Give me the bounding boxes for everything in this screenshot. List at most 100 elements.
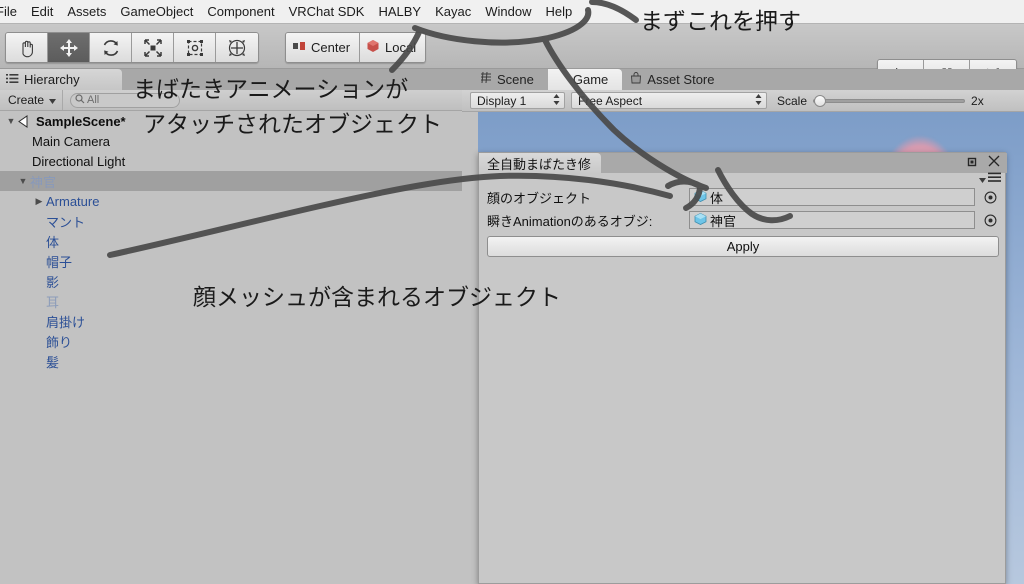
transform-tool-button[interactable] bbox=[216, 33, 258, 62]
dialog-tab[interactable]: 全自動まばたき修 bbox=[479, 153, 602, 173]
hierarchy-panel: Hierarchy Create All ▼ SampleScene* Main… bbox=[0, 69, 462, 584]
aspect-dropdown[interactable]: Free Aspect bbox=[571, 92, 767, 109]
face-object-field-row: 顔のオブジェクト 体 bbox=[487, 187, 999, 207]
display-dropdown[interactable]: Display 1 bbox=[470, 92, 565, 109]
menu-item-window[interactable]: Window bbox=[478, 1, 538, 23]
blink-animation-object-picker-button[interactable] bbox=[981, 211, 999, 229]
hierarchy-row-armature[interactable]: ▶ Armature bbox=[0, 191, 462, 211]
create-button-label: Create bbox=[8, 93, 45, 107]
face-object-input[interactable]: 体 bbox=[689, 188, 975, 206]
face-object-picker-button[interactable] bbox=[981, 188, 999, 206]
scene-icon bbox=[18, 114, 32, 128]
menu-item-edit[interactable]: Edit bbox=[24, 1, 60, 23]
hierarchy-row-katakake[interactable]: 肩掛け bbox=[0, 311, 462, 331]
hierarchy-row-label: Directional Light bbox=[32, 153, 126, 169]
menu-item-kayac[interactable]: Kayac bbox=[428, 1, 478, 23]
asset-store-icon bbox=[630, 72, 642, 87]
gameobject-cube-icon bbox=[693, 189, 708, 206]
pivot-space-group: Center Local bbox=[285, 32, 427, 63]
game-view-toolbar: Display 1 Free Aspect Scale 2x bbox=[462, 90, 1024, 112]
blink-animation-object-label: 瞬きAnimationのあるオブジ: bbox=[487, 213, 653, 229]
menu-item-gameobject[interactable]: GameObject bbox=[113, 1, 200, 23]
hierarchy-row-label: 体 bbox=[46, 234, 60, 250]
hierarchy-row-label: マント bbox=[46, 214, 86, 230]
tab-game[interactable]: Game bbox=[547, 69, 623, 90]
blink-animation-object-field-row: 瞬きAnimationのあるオブジ: 神官 bbox=[487, 210, 999, 230]
updown-arrows-icon bbox=[755, 93, 762, 108]
menu-item-component[interactable]: Component bbox=[200, 1, 281, 23]
pivot-mode-label: Center bbox=[311, 40, 351, 55]
tab-scene[interactable]: Scene bbox=[472, 69, 548, 90]
hierarchy-row-label: Armature bbox=[46, 193, 100, 209]
menu-item-help[interactable]: Help bbox=[538, 1, 579, 23]
menu-item-assets[interactable]: Assets bbox=[60, 1, 113, 23]
updown-arrows-icon bbox=[553, 93, 560, 108]
aspect-dropdown-value: Free Aspect bbox=[578, 93, 643, 108]
space-mode-label: Local bbox=[385, 40, 417, 55]
cube-icon bbox=[366, 39, 380, 56]
dialog-tab-label: 全自動まばたき修 bbox=[487, 156, 592, 172]
hierarchy-tree[interactable]: ▼ SampleScene* Main Camera Directional L… bbox=[0, 111, 462, 584]
hierarchy-row-boushi[interactable]: 帽子 bbox=[0, 251, 462, 271]
chevron-down-icon bbox=[49, 93, 57, 107]
hierarchy-row-directional-light[interactable]: Directional Light bbox=[0, 151, 462, 171]
hierarchy-row-label: Main Camera bbox=[32, 133, 111, 149]
hierarchy-row-label: 影 bbox=[46, 274, 60, 290]
scale-label: Scale bbox=[777, 93, 808, 108]
hierarchy-row-kazari[interactable]: 飾り bbox=[0, 331, 462, 351]
tab-game-label: Game bbox=[572, 72, 609, 87]
tab-scene-label: Scene bbox=[497, 72, 534, 87]
tab-asset-store-label: Asset Store bbox=[647, 72, 715, 87]
search-icon bbox=[75, 93, 85, 107]
hand-tool-button[interactable] bbox=[6, 33, 48, 62]
tab-asset-store[interactable]: Asset Store bbox=[622, 69, 728, 90]
collapse-triangle-icon[interactable]: ▶ bbox=[32, 196, 46, 207]
unity-editor-window: File Edit Assets GameObject Component VR… bbox=[0, 0, 1024, 584]
hierarchy-row-label: 神官 bbox=[30, 174, 57, 190]
menu-item-halby[interactable]: HALBY bbox=[371, 1, 428, 23]
space-mode-button[interactable]: Local bbox=[360, 33, 426, 62]
hierarchy-row-label: 髪 bbox=[46, 354, 60, 370]
tab-hierarchy[interactable]: Hierarchy bbox=[0, 69, 122, 90]
hierarchy-row-label: 飾り bbox=[46, 334, 73, 350]
hierarchy-icon bbox=[6, 72, 19, 87]
scale-slider-track bbox=[813, 98, 966, 103]
pivot-icon bbox=[292, 40, 306, 55]
expand-triangle-icon[interactable]: ▼ bbox=[16, 176, 30, 186]
display-dropdown-value: Display 1 bbox=[477, 93, 527, 108]
hierarchy-row-label: 帽子 bbox=[46, 254, 73, 270]
scale-tool-button[interactable] bbox=[132, 33, 174, 62]
menu-item-vrchat-sdk[interactable]: VRChat SDK bbox=[282, 1, 372, 23]
expand-triangle-icon[interactable]: ▼ bbox=[4, 116, 18, 126]
hierarchy-row-kami[interactable]: 髪 bbox=[0, 351, 462, 371]
annotation-blink-animation-line2: アタッチされたオブジェクト bbox=[143, 112, 442, 138]
move-tool-button[interactable] bbox=[48, 33, 90, 62]
game-tab-icon bbox=[556, 72, 568, 87]
main-toolbar: Center Local bbox=[0, 24, 1024, 93]
hierarchy-row-label: SampleScene* bbox=[36, 113, 126, 129]
scale-slider-knob[interactable] bbox=[814, 94, 827, 107]
menu-bar: File Edit Assets GameObject Component VR… bbox=[0, 0, 1024, 24]
hierarchy-row-label: 耳 bbox=[46, 294, 60, 310]
auto-blink-dialog: 全自動まばたき修 顔のオブジェクト 体 瞬きAnimationのあるオブジ: 神… bbox=[478, 152, 1007, 584]
rect-tool-button[interactable] bbox=[174, 33, 216, 62]
scene-tab-icon bbox=[480, 71, 492, 87]
face-object-value: 体 bbox=[710, 190, 724, 206]
pivot-mode-button[interactable]: Center bbox=[286, 33, 361, 62]
blink-animation-object-value: 神官 bbox=[710, 213, 737, 229]
create-button[interactable]: Create bbox=[0, 90, 64, 110]
rotate-tool-button[interactable] bbox=[90, 33, 132, 62]
transform-tools-group bbox=[5, 32, 259, 63]
hierarchy-row-karada[interactable]: 体 bbox=[0, 231, 462, 251]
scale-value: 2x bbox=[971, 93, 984, 108]
blink-animation-object-input[interactable]: 神官 bbox=[689, 211, 975, 229]
menu-item-file[interactable]: File bbox=[0, 1, 24, 23]
maximize-icon[interactable] bbox=[966, 155, 978, 173]
scale-slider[interactable] bbox=[813, 94, 966, 108]
hierarchy-row-manto[interactable]: マント bbox=[0, 211, 462, 231]
hierarchy-row-shinkan[interactable]: ▼ 神官 bbox=[0, 171, 462, 191]
hierarchy-row-label: 肩掛け bbox=[46, 314, 86, 330]
search-placeholder: All bbox=[87, 94, 100, 106]
face-object-label: 顔のオブジェクト bbox=[487, 190, 592, 206]
apply-button[interactable]: Apply bbox=[487, 236, 999, 257]
